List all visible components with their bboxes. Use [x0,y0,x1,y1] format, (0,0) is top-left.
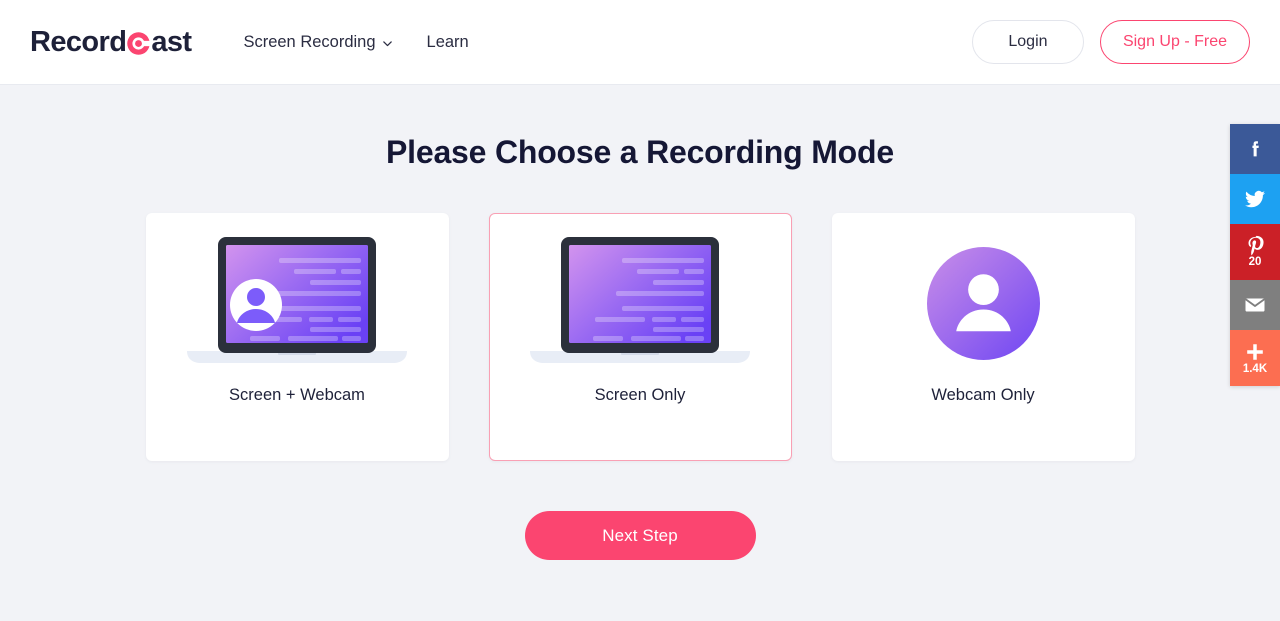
header-actions: Login Sign Up - Free [971,20,1250,64]
envelope-icon [1243,293,1267,317]
card-screen-only[interactable]: Screen Only [488,213,792,461]
share-more-count: 1.4K [1242,362,1268,375]
twitter-icon [1243,187,1267,211]
next-step-container: Next Step [0,511,1280,560]
nav-item-label: Learn [426,32,469,51]
page-title: Please Choose a Recording Mode [386,134,894,170]
card-label: Screen + Webcam [229,386,365,404]
card-illustration [147,214,448,386]
facebook-icon [1244,138,1266,160]
card-label: Webcam Only [931,386,1035,404]
main-content: Please Choose a Recording Mode Screen + … [0,134,1280,621]
card-illustration [833,214,1134,386]
card-webcam-only[interactable]: Webcam Only [831,213,1135,461]
share-more-button[interactable]: 1.4K [1230,330,1280,386]
login-button[interactable]: Login [971,20,1084,64]
chevron-down-icon [382,38,393,49]
recording-mode-card-list: Screen + Webcam Screen Only Webcam Only [0,213,1280,461]
main-nav: Screen Recording Learn [243,33,468,52]
webcam-avatar-icon [926,246,1041,361]
nav-item-learn[interactable]: Learn [427,33,469,52]
signup-button[interactable]: Sign Up - Free [1099,20,1250,64]
plus-icon [1244,341,1266,363]
card-illustration [490,214,791,386]
share-twitter-button[interactable] [1230,174,1280,224]
social-share-sidebar: 20 1.4K [1230,124,1280,386]
card-screen-plus-webcam[interactable]: Screen + Webcam [145,213,449,461]
card-label: Screen Only [594,386,686,404]
share-facebook-button[interactable] [1230,124,1280,174]
logo-text-before: Record [30,25,127,58]
pinterest-count: 20 [1248,256,1262,269]
nav-item-label: Screen Recording [243,32,376,51]
next-step-button[interactable]: Next Step [524,511,756,560]
site-header: Record ast Screen Recording Learn Login … [0,0,1280,85]
nav-item-screen-recording[interactable]: Screen Recording [243,33,392,52]
share-pinterest-button[interactable]: 20 [1230,224,1280,280]
laptop-screen-icon [525,233,755,373]
logo[interactable]: Record ast [30,25,192,59]
share-email-button[interactable] [1230,280,1280,330]
logo-text-after: ast [151,25,192,58]
pinterest-icon [1245,235,1266,256]
recordcast-circle-logo-icon [126,31,152,56]
laptop-with-webcam-icon [182,233,412,373]
